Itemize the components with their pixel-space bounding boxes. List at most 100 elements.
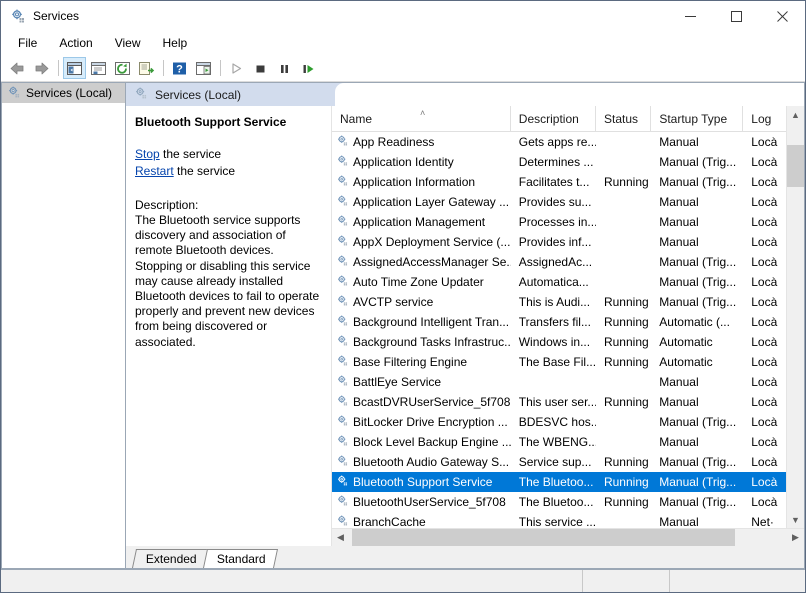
show-action-pane-icon[interactable] bbox=[192, 57, 215, 79]
scroll-down-arrow-icon[interactable]: ▼ bbox=[787, 511, 804, 528]
table-row[interactable]: Application Information Facilitates t... R… bbox=[332, 172, 786, 192]
horizontal-scroll-track[interactable] bbox=[349, 529, 787, 546]
menu-file[interactable]: File bbox=[7, 33, 48, 53]
cell-startup-type: Manual (Trig... bbox=[659, 415, 737, 429]
table-row[interactable]: Background Tasks Infrastruc... Windows in… bbox=[332, 332, 786, 352]
tree-item-services-local[interactable]: Services (Local) bbox=[2, 83, 125, 103]
cell-description: Provides su... bbox=[518, 195, 592, 209]
vertical-scroll-track[interactable] bbox=[787, 123, 804, 511]
close-button[interactable] bbox=[759, 1, 805, 31]
cell-name: AVCTP service bbox=[332, 294, 511, 310]
table-row[interactable]: BranchCache This service ... Manual Net· bbox=[332, 512, 786, 528]
horizontal-scroll-thumb[interactable] bbox=[352, 529, 735, 546]
start-service-icon[interactable] bbox=[225, 57, 248, 79]
service-action-links: Stop the service Restart the service bbox=[135, 146, 321, 180]
properties-icon[interactable] bbox=[87, 57, 110, 79]
cell-status: Running bbox=[603, 455, 649, 469]
cell-startup-type: Manual (Trig... bbox=[659, 295, 737, 309]
export-list-icon[interactable] bbox=[135, 57, 158, 79]
refresh-icon[interactable] bbox=[111, 57, 134, 79]
cell-status: Running bbox=[603, 315, 649, 329]
table-row[interactable]: BattlEye Service Manual Locà bbox=[332, 372, 786, 392]
table-row[interactable]: Application Management Processes in... Man… bbox=[332, 212, 786, 232]
service-name-text: BitLocker Drive Encryption ... bbox=[353, 415, 508, 429]
restart-service-link[interactable]: Restart bbox=[135, 164, 174, 178]
list-columns: Name ˄ Description Status Startup Type L… bbox=[332, 106, 786, 528]
restart-service-icon[interactable] bbox=[297, 57, 320, 79]
service-name-text: Application Layer Gateway ... bbox=[353, 195, 510, 209]
table-row[interactable]: BitLocker Drive Encryption ... BDESVC hos… bbox=[332, 412, 786, 432]
scroll-left-arrow-icon[interactable]: ◀ bbox=[332, 529, 349, 546]
menu-help[interactable]: Help bbox=[152, 33, 199, 53]
scroll-up-arrow-icon[interactable]: ▲ bbox=[787, 106, 804, 123]
table-row[interactable]: Base Filtering Engine The Base Fil... Runn… bbox=[332, 352, 786, 372]
column-header-log-on-as[interactable]: Log bbox=[743, 106, 786, 131]
service-name-text: Background Intelligent Tran... bbox=[353, 315, 510, 329]
column-header-name[interactable]: Name ˄ bbox=[332, 106, 511, 131]
services-gear-icon bbox=[336, 354, 349, 370]
table-row[interactable]: Application Layer Gateway ... Provides su… bbox=[332, 192, 786, 212]
cell-name: BitLocker Drive Encryption ... bbox=[332, 414, 511, 430]
back-arrow-icon[interactable] bbox=[6, 57, 29, 79]
cell-description: AssignedAc... bbox=[518, 255, 593, 269]
table-row[interactable]: AVCTP service This is Audi... Running Manua… bbox=[332, 292, 786, 312]
table-row[interactable]: Bluetooth Support Service The Bluetoo... R… bbox=[332, 472, 786, 492]
toolbar-separator bbox=[163, 60, 164, 76]
cell-name: Application Management bbox=[332, 214, 511, 230]
cell-status: Running bbox=[603, 395, 649, 409]
cell-startup-type: Manual bbox=[659, 135, 699, 149]
cell-log-on-as: Net· bbox=[751, 515, 774, 528]
minimize-button[interactable] bbox=[667, 1, 713, 31]
cell-log-on-as: Locà bbox=[751, 175, 778, 189]
maximize-button[interactable] bbox=[713, 1, 759, 31]
cell-description: The Bluetoo... bbox=[518, 495, 594, 509]
table-row[interactable]: BluetoothUserService_5f708 The Bluetoo...… bbox=[332, 492, 786, 512]
cell-name: BattlEye Service bbox=[332, 374, 511, 390]
column-header-status[interactable]: Status bbox=[596, 106, 652, 131]
table-row[interactable]: Auto Time Zone Updater Automatica... Manua… bbox=[332, 272, 786, 292]
show-hide-console-tree-icon[interactable] bbox=[63, 57, 86, 79]
services-gear-icon bbox=[336, 154, 349, 170]
table-row[interactable]: AppX Deployment Service (... Provides inf… bbox=[332, 232, 786, 252]
help-icon[interactable]: ? bbox=[168, 57, 191, 79]
menu-action[interactable]: Action bbox=[48, 33, 103, 53]
table-row[interactable]: Background Intelligent Tran... Transfers … bbox=[332, 312, 786, 332]
list-scroll-wrapper: Name ˄ Description Status Startup Type L… bbox=[332, 106, 804, 528]
forward-arrow-icon[interactable] bbox=[30, 57, 53, 79]
list-header-row: Name ˄ Description Status Startup Type L… bbox=[332, 106, 786, 132]
services-list-view: Name ˄ Description Status Startup Type L… bbox=[331, 106, 804, 546]
vertical-scrollbar[interactable]: ▲ ▼ bbox=[786, 106, 804, 528]
stop-service-link-row: Stop the service bbox=[135, 146, 321, 163]
tab-extended-label: Extended bbox=[145, 552, 197, 566]
scroll-right-arrow-icon[interactable]: ▶ bbox=[787, 529, 804, 546]
table-row[interactable]: AssignedAccessManager Se... AssignedAc...… bbox=[332, 252, 786, 272]
column-header-description[interactable]: Description bbox=[511, 106, 596, 131]
table-row[interactable]: App Readiness Gets apps re... Manual Locà bbox=[332, 132, 786, 152]
selected-service-name: Bluetooth Support Service bbox=[135, 115, 287, 129]
view-tabs: Extended Standard bbox=[126, 546, 804, 568]
stop-service-link[interactable]: Stop bbox=[135, 147, 160, 161]
services-gear-icon bbox=[336, 314, 349, 330]
service-details-panel: Bluetooth Support Service Stop the servi… bbox=[126, 106, 331, 546]
vertical-scroll-thumb[interactable] bbox=[787, 145, 804, 187]
menu-view[interactable]: View bbox=[104, 33, 152, 53]
table-row[interactable]: Block Level Backup Engine ... The WBENG..… bbox=[332, 432, 786, 452]
description-label: Description: bbox=[135, 198, 199, 212]
services-gear-icon bbox=[336, 434, 349, 450]
table-row[interactable]: Application Identity Determines ... Manual… bbox=[332, 152, 786, 172]
cell-startup-type: Manual (Trig... bbox=[659, 455, 737, 469]
cell-log-on-as: Locà bbox=[751, 235, 778, 249]
service-name-text: Application Management bbox=[353, 215, 486, 229]
tab-standard[interactable]: Standard bbox=[202, 549, 278, 568]
cell-startup-type: Manual bbox=[659, 515, 699, 528]
services-gear-icon bbox=[336, 214, 349, 230]
stop-service-icon[interactable] bbox=[249, 57, 272, 79]
cell-status: Running bbox=[603, 495, 649, 509]
services-gear-icon bbox=[336, 274, 349, 290]
column-header-startup-type[interactable]: Startup Type bbox=[651, 106, 744, 131]
pause-service-icon[interactable] bbox=[273, 57, 296, 79]
table-row[interactable]: BcastDVRUserService_5f708 This user ser..… bbox=[332, 392, 786, 412]
horizontal-scrollbar[interactable]: ◀ ▶ bbox=[332, 528, 804, 546]
tab-extended[interactable]: Extended bbox=[131, 549, 209, 568]
table-row[interactable]: Bluetooth Audio Gateway S... Service sup.… bbox=[332, 452, 786, 472]
